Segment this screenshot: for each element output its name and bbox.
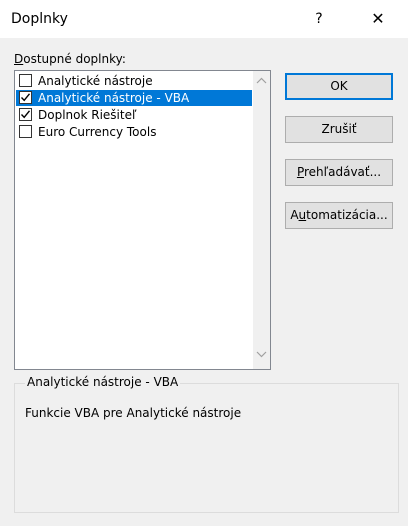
browse-button[interactable]: Prehľadávať... <box>285 159 393 186</box>
close-icon[interactable]: ✕ <box>358 5 398 33</box>
addin-label: Analytické nástroje <box>38 74 153 88</box>
dialog-title: Doplnky <box>11 11 68 27</box>
addin-label: Euro Currency Tools <box>38 125 157 139</box>
description-text: Funkcie VBA pre Analytické nástroje <box>25 406 242 420</box>
description-group: Analytické nástroje - VBA Funkcie VBA pr… <box>14 375 399 513</box>
scroll-down-icon[interactable] <box>253 348 270 365</box>
addin-checkbox[interactable] <box>19 125 32 138</box>
checkmark-icon <box>20 93 31 102</box>
automation-button[interactable]: Automatizácia... <box>285 202 393 229</box>
list-item[interactable]: Euro Currency Tools <box>16 124 252 140</box>
list-item[interactable]: Doplnok Riešiteľ <box>16 107 252 123</box>
ok-button[interactable]: OK <box>285 73 393 100</box>
scroll-up-icon[interactable] <box>253 75 270 92</box>
cancel-button[interactable]: Zrušiť <box>285 116 393 143</box>
vertical-scrollbar[interactable] <box>253 71 270 369</box>
checkmark-icon <box>20 110 31 119</box>
addin-label: Analytické nástroje - VBA <box>38 91 190 105</box>
list-item[interactable]: Analytické nástroje <box>16 73 252 89</box>
help-icon[interactable]: ? <box>303 5 335 33</box>
title-bar: Doplnky ? ✕ <box>0 0 408 38</box>
description-title: Analytické nástroje - VBA <box>25 375 181 389</box>
addins-list-label: Dostupné doplnky: <box>14 52 126 66</box>
addins-listbox[interactable]: Analytické nástroje Analytické nástroje … <box>14 70 271 370</box>
list-item[interactable]: Analytické nástroje - VBA <box>16 90 252 106</box>
addin-checkbox[interactable] <box>19 108 32 121</box>
addin-checkbox[interactable] <box>19 91 32 104</box>
addins-dialog: Doplnky ? ✕ Dostupné doplnky: Analytické… <box>0 0 408 526</box>
addin-label: Doplnok Riešiteľ <box>38 108 137 122</box>
addin-checkbox[interactable] <box>19 74 32 87</box>
